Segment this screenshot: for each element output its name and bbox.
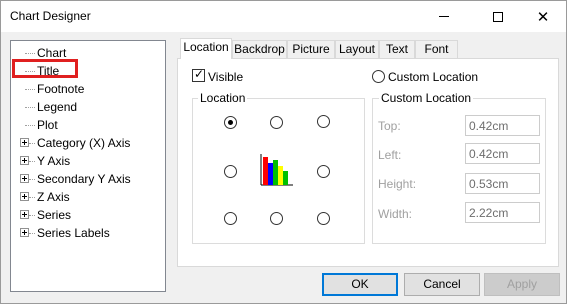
height-field[interactable]: 0.53cm	[465, 173, 540, 194]
visible-checkbox[interactable]: ✓	[192, 67, 205, 82]
left-label: Left:	[378, 148, 402, 162]
minimize-button[interactable]	[421, 1, 467, 32]
tree-item-label: Z Axis	[37, 190, 70, 204]
tab-layout[interactable]: Layout	[335, 40, 379, 59]
custom-location-group-title: Custom Location	[379, 91, 474, 105]
tab-picture[interactable]: Picture	[287, 40, 335, 59]
top-label: Top:	[378, 119, 401, 133]
position-top-center-radio[interactable]	[270, 116, 283, 129]
tree-connector	[25, 107, 35, 108]
tree-connector	[25, 53, 35, 54]
chart-bar-yellow	[278, 166, 283, 185]
chart-bar-red	[263, 157, 268, 185]
custom-location-label: Custom Location	[388, 70, 479, 84]
chart-bar-green	[273, 160, 278, 185]
position-bottom-left-radio[interactable]	[224, 212, 237, 225]
tree-item-label: Secondary Y Axis	[37, 172, 131, 186]
tree-item-label: Legend	[37, 100, 78, 114]
checkmark-icon: ✓	[194, 67, 205, 81]
chart-bar-blue	[268, 163, 273, 185]
width-label: Width:	[378, 207, 413, 221]
position-top-right-radio[interactable]	[317, 115, 330, 128]
expand-plus-icon[interactable]	[20, 156, 29, 165]
chart-preview-icon	[260, 154, 293, 186]
tree-item-label: Series Labels	[37, 226, 110, 240]
custom-location-radio[interactable]	[372, 70, 385, 83]
visible-label: Visible	[208, 70, 244, 84]
expand-plus-icon[interactable]	[20, 228, 29, 237]
tree-connector	[29, 161, 35, 162]
tree-connector	[25, 125, 35, 126]
tree-item-label: Plot	[37, 118, 58, 132]
expand-plus-icon[interactable]	[20, 210, 29, 219]
location-group-title: Location	[198, 91, 248, 105]
tree-item-category-x-axis[interactable]: Category (X) Axis	[11, 134, 165, 152]
tree-connector	[29, 143, 35, 144]
maximize-button[interactable]	[475, 1, 521, 32]
tab-font[interactable]: Font	[415, 40, 458, 59]
tab-location[interactable]: Location	[180, 38, 232, 59]
close-icon: ✕	[536, 8, 550, 26]
tree-item-series[interactable]: Series	[11, 206, 165, 224]
position-top-left-radio[interactable]	[224, 116, 237, 129]
height-label: Height:	[378, 177, 417, 191]
expand-plus-icon[interactable]	[20, 174, 29, 183]
tree-item-series-labels[interactable]: Series Labels	[11, 224, 165, 242]
tree-connector	[29, 179, 35, 180]
position-bottom-right-radio[interactable]	[317, 212, 330, 225]
tree-item-label: Y Axis	[37, 154, 71, 168]
close-button[interactable]: ✕	[520, 1, 566, 32]
tree-item-label: Chart	[37, 46, 67, 60]
top-field[interactable]: 0.42cm	[465, 115, 540, 136]
tree-item-y-axis[interactable]: Y Axis	[11, 152, 165, 170]
tree-item-legend[interactable]: Legend	[11, 98, 165, 116]
tab-text[interactable]: Text	[379, 40, 415, 59]
tree-item-z-axis[interactable]: Z Axis	[11, 188, 165, 206]
tree-item-label: Category (X) Axis	[37, 136, 131, 150]
tree-connector	[25, 89, 35, 90]
tree-item-plot[interactable]: Plot	[11, 116, 165, 134]
tree-connector	[29, 197, 35, 198]
tree-item-secondary-y-axis[interactable]: Secondary Y Axis	[11, 170, 165, 188]
title-bar: Chart Designer ✕	[1, 1, 566, 32]
window-title: Chart Designer	[10, 9, 91, 23]
cancel-button[interactable]: Cancel	[404, 273, 480, 296]
position-middle-left-radio[interactable]	[224, 165, 237, 178]
tree-connector	[29, 233, 35, 234]
tree-item-footnote[interactable]: Footnote	[11, 80, 165, 98]
tree-connector	[29, 215, 35, 216]
width-field[interactable]: 2.22cm	[465, 202, 540, 223]
expand-plus-icon[interactable]	[20, 138, 29, 147]
position-middle-right-radio[interactable]	[317, 165, 330, 178]
tab-backdrop[interactable]: Backdrop	[232, 40, 287, 59]
title-highlight-box	[12, 59, 78, 78]
ok-button[interactable]: OK	[322, 273, 398, 296]
apply-button[interactable]: Apply	[484, 273, 560, 296]
tree-item-label: Footnote	[37, 82, 85, 96]
expand-plus-icon[interactable]	[20, 192, 29, 201]
tree-item-label: Series	[37, 208, 72, 222]
maximize-icon	[493, 11, 503, 22]
chart-bar-green-2	[283, 171, 288, 185]
position-bottom-center-radio[interactable]	[270, 212, 283, 225]
minimize-icon	[439, 16, 449, 17]
left-field[interactable]: 0.42cm	[465, 143, 540, 164]
